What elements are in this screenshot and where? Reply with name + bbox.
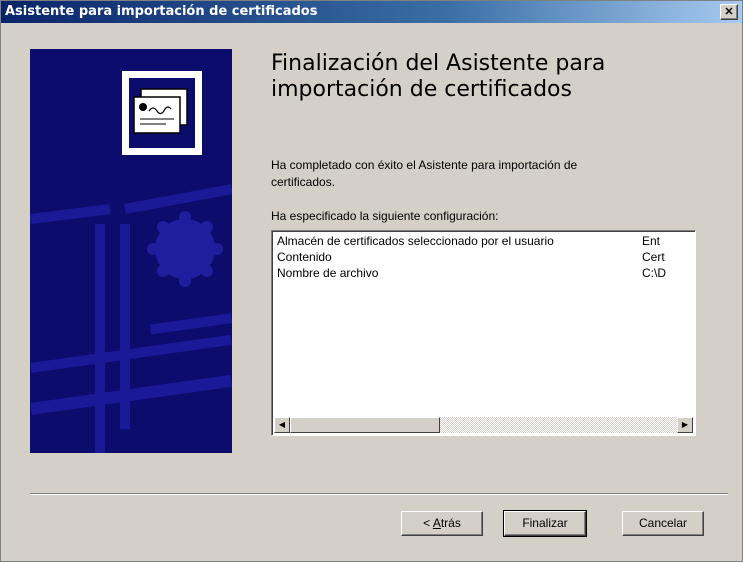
heading-line-1: Finalización del Asistente para bbox=[271, 51, 606, 76]
list-item-value: Ent bbox=[642, 234, 661, 248]
scroll-left-button[interactable]: ◀ bbox=[274, 417, 290, 433]
list-item-value: C:\D bbox=[642, 266, 666, 280]
scroll-thumb[interactable] bbox=[290, 417, 440, 433]
configuration-list-rows: Almacén de certificados seleccionado por… bbox=[274, 233, 693, 416]
wizard-heading: Finalización del Asistente para importac… bbox=[271, 51, 711, 103]
back-button-prefix: < bbox=[423, 516, 433, 530]
heading-line-2: importación de certificados bbox=[271, 77, 572, 102]
finish-button[interactable]: Finalizar bbox=[503, 510, 587, 537]
back-button-mnemonic: A bbox=[432, 516, 441, 530]
close-button[interactable]: ✕ bbox=[720, 4, 738, 20]
arrow-left-icon: ◀ bbox=[278, 420, 286, 429]
list-item-key: Nombre de archivo bbox=[277, 266, 379, 280]
close-icon: ✕ bbox=[724, 6, 734, 18]
list-item-value: Cert bbox=[642, 250, 665, 264]
finish-button-label: Finalizar bbox=[522, 516, 568, 530]
back-button[interactable]: < Atrás bbox=[401, 511, 483, 536]
certificate-icon bbox=[122, 71, 202, 155]
cancel-button[interactable]: Cancelar bbox=[622, 511, 704, 536]
description-line-2: certificados. bbox=[271, 175, 336, 189]
back-button-label: trás bbox=[440, 516, 461, 530]
arrow-right-icon: ▶ bbox=[681, 420, 689, 429]
completion-message: Ha completado con éxito el Asistente par… bbox=[271, 157, 681, 191]
scroll-right-button[interactable]: ▶ bbox=[677, 417, 693, 433]
list-item-key: Contenido bbox=[277, 250, 332, 264]
description-line-1: Ha completado con éxito el Asistente par… bbox=[271, 158, 578, 172]
banner-graphic bbox=[30, 49, 232, 453]
wizard-banner-image bbox=[30, 49, 232, 453]
window-title: Asistente para importación de certificad… bbox=[5, 4, 318, 19]
horizontal-scrollbar[interactable]: ◀ ▶ bbox=[274, 417, 693, 433]
configuration-list[interactable]: Almacén de certificados seleccionado por… bbox=[271, 230, 696, 436]
cancel-button-label: Cancelar bbox=[638, 516, 688, 530]
footer-divider bbox=[30, 493, 728, 495]
title-bar[interactable]: Asistente para importación de certificad… bbox=[1, 1, 742, 23]
wizard-window: Asistente para importación de certificad… bbox=[0, 0, 743, 562]
configuration-label: Ha especificado la siguiente configuraci… bbox=[271, 209, 499, 223]
list-item-key: Almacén de certificados seleccionado por… bbox=[277, 234, 554, 248]
